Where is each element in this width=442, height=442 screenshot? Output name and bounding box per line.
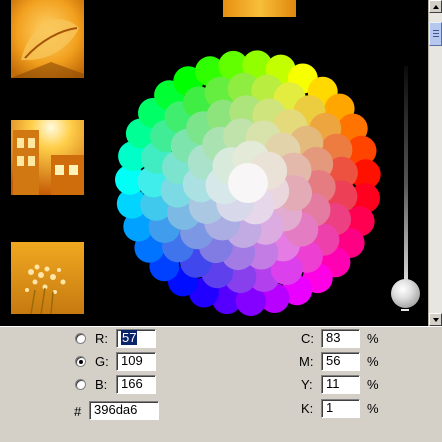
radio-selected-dot: [79, 360, 83, 364]
color-values-panel: R: 57 G: 109 B: 166 # 396da6 C: 83 % M: …: [0, 326, 442, 442]
hex-value: 396da6: [94, 402, 138, 417]
y-value: 11: [326, 376, 340, 391]
color-picker-window: R: 57 G: 109 B: 166 # 396da6 C: 83 % M: …: [0, 0, 442, 442]
r-input[interactable]: 57: [116, 329, 156, 348]
grip-line: [433, 33, 439, 34]
k-value: 1: [326, 400, 334, 415]
grip-line: [433, 30, 439, 31]
hex-label: #: [74, 404, 82, 419]
brightness-slider-track[interactable]: [404, 66, 408, 280]
scrollbar-thumb[interactable]: [429, 22, 442, 46]
c-value: 83: [326, 330, 341, 345]
k-unit: %: [367, 401, 379, 416]
b-input[interactable]: 166: [116, 375, 156, 394]
m-label: M:: [299, 354, 314, 369]
color-swatch-disc[interactable]: [228, 163, 268, 203]
g-input[interactable]: 109: [116, 352, 156, 371]
image-thumbnail-partial[interactable]: [223, 0, 296, 17]
arrow-up-icon: [433, 5, 439, 9]
m-unit: %: [367, 354, 379, 369]
g-radio[interactable]: [75, 356, 86, 367]
b-value: 166: [121, 376, 143, 391]
y-input[interactable]: 11: [321, 375, 360, 394]
color-wheel[interactable]: [110, 48, 386, 318]
brightness-slider-knob[interactable]: [391, 279, 420, 308]
m-value: 56: [326, 353, 341, 368]
color-canvas: [0, 0, 428, 326]
image-thumbnail-building[interactable]: [11, 120, 84, 195]
y-unit: %: [367, 377, 379, 392]
image-thumbnail-leaf[interactable]: [11, 0, 84, 78]
brightness-slider-marker: [401, 309, 409, 311]
r-label: R:: [95, 331, 108, 346]
c-unit: %: [367, 331, 379, 346]
g-value: 109: [121, 353, 143, 368]
k-input[interactable]: 1: [321, 399, 360, 418]
m-input[interactable]: 56: [321, 352, 360, 371]
scroll-up-button[interactable]: [429, 0, 442, 13]
c-label: C:: [301, 331, 314, 346]
b-radio[interactable]: [75, 379, 86, 390]
k-label: K:: [301, 401, 314, 416]
image-thumbnail-flowers[interactable]: [11, 242, 84, 314]
grip-line: [433, 36, 439, 37]
c-input[interactable]: 83: [321, 329, 360, 348]
r-value: 57: [121, 330, 138, 345]
hex-input[interactable]: 396da6: [89, 401, 159, 420]
r-radio[interactable]: [75, 333, 86, 344]
vertical-scrollbar[interactable]: [428, 0, 442, 326]
arrow-down-icon: [433, 318, 439, 322]
scroll-down-button[interactable]: [429, 313, 442, 326]
y-label: Y:: [301, 377, 313, 392]
b-label: B:: [95, 377, 108, 392]
g-label: G:: [95, 354, 109, 369]
